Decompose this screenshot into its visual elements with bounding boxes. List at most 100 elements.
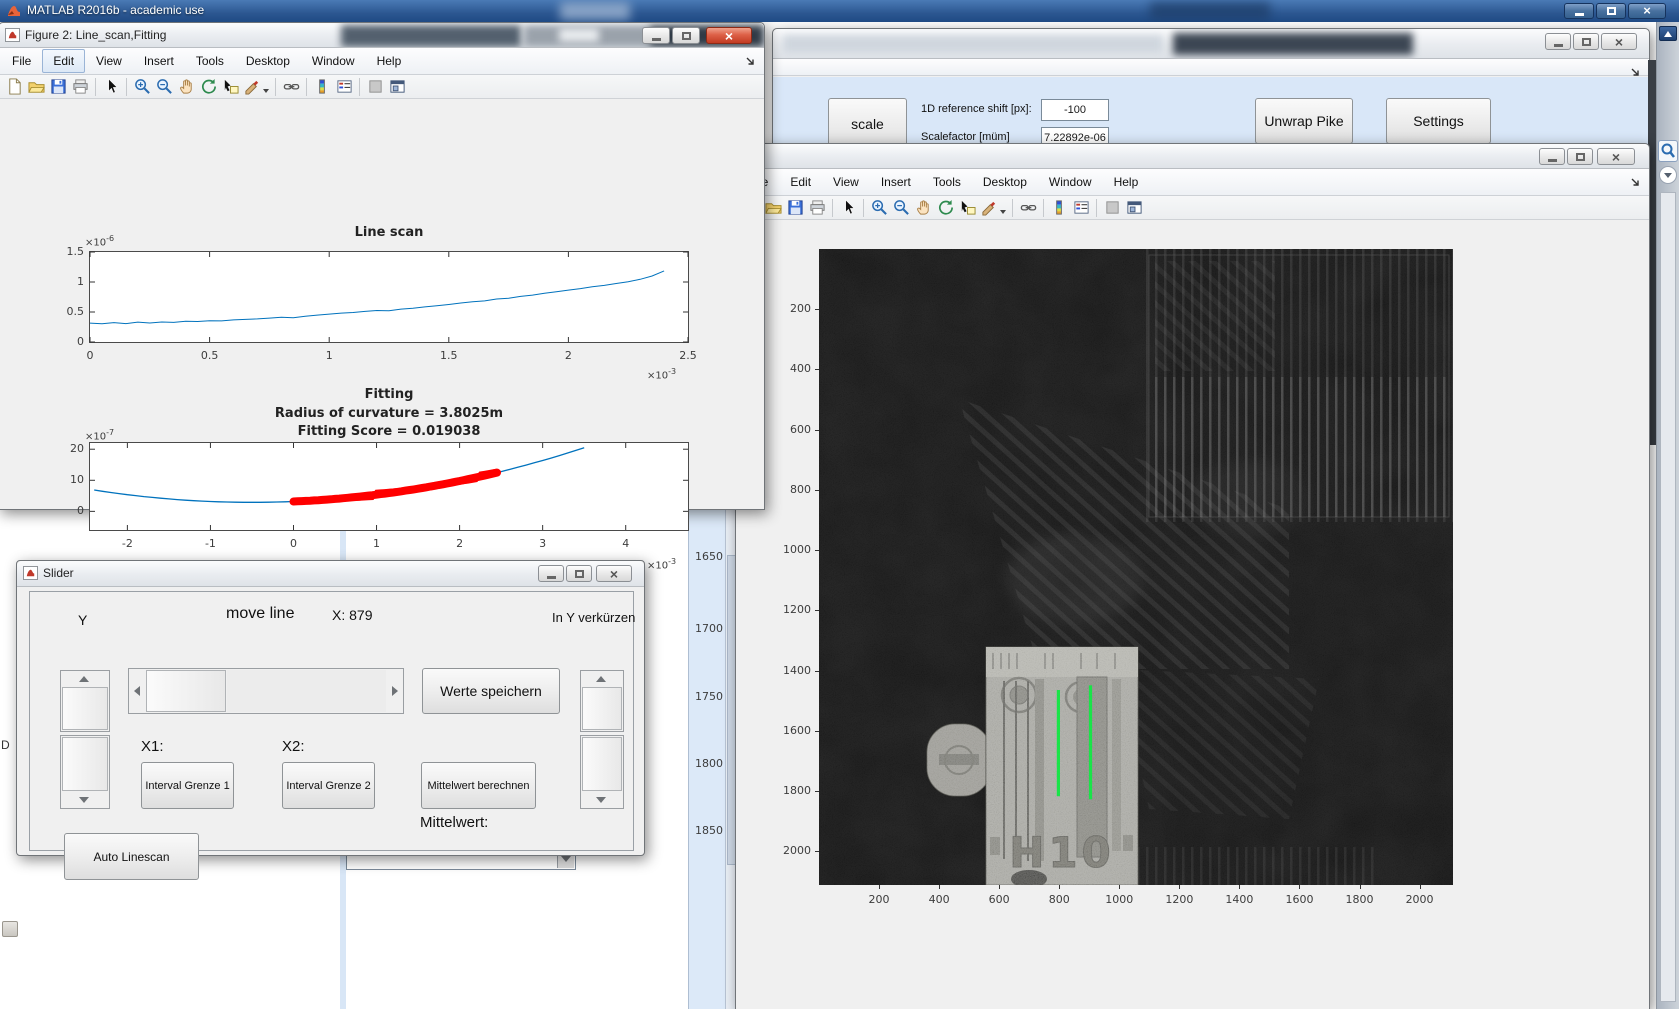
x2-label: X2: xyxy=(282,738,305,755)
plot-browser-icon[interactable] xyxy=(365,77,385,97)
fitting-axes[interactable]: -2 -1 0 1 2 3 4 0 10 20 xyxy=(70,442,689,550)
plot-browser-icon[interactable] xyxy=(1102,198,1122,218)
zoom-out-icon[interactable] xyxy=(891,198,911,218)
y-slider-upper[interactable] xyxy=(60,670,110,732)
minimize-button[interactable] xyxy=(642,27,670,44)
data-cursor-icon[interactable] xyxy=(220,77,240,97)
close-button[interactable]: × xyxy=(1601,33,1637,50)
reference-shift-field[interactable]: -100 xyxy=(1041,99,1109,121)
maximize-button[interactable] xyxy=(1573,33,1599,50)
scale-button[interactable]: scale xyxy=(828,98,907,149)
insert-colorbar-icon[interactable] xyxy=(312,77,332,97)
bg-axis-label: 1850 xyxy=(695,824,723,837)
menu-item-help[interactable]: Help xyxy=(1103,170,1150,194)
maximize-button[interactable] xyxy=(566,565,592,582)
pan-hand-icon[interactable] xyxy=(176,77,196,97)
menu-item-help[interactable]: Help xyxy=(366,49,413,73)
menu-item-insert[interactable]: Insert xyxy=(870,170,922,194)
taskbar-mini-icon[interactable] xyxy=(2,921,18,937)
interval-limit-2-button[interactable]: Interval Grenze 2 xyxy=(282,762,375,809)
menu-item-tools[interactable]: Tools xyxy=(922,170,972,194)
dropdown-caret-icon[interactable] xyxy=(1000,209,1006,214)
link-plots-icon[interactable] xyxy=(281,77,301,97)
menu-item-insert[interactable]: Insert xyxy=(133,49,185,73)
save-icon[interactable] xyxy=(785,198,805,218)
zoom-in-icon[interactable] xyxy=(132,77,152,97)
settings-button[interactable]: Settings xyxy=(1386,98,1491,144)
shorten-slider-lower[interactable] xyxy=(580,735,624,809)
menu-item-view[interactable]: View xyxy=(822,170,870,194)
calculate-mean-button[interactable]: Mittelwert berechnen xyxy=(421,762,536,809)
maximize-button[interactable] xyxy=(672,27,700,44)
rotate-3d-icon[interactable] xyxy=(198,77,218,97)
move-line-slider[interactable] xyxy=(128,668,404,714)
toolbar-separator xyxy=(95,77,96,96)
image-y-tick-label: 1200 xyxy=(783,603,811,617)
phase-image[interactable]: H10 xyxy=(819,249,1453,888)
save-icon[interactable] xyxy=(48,77,68,97)
close-button[interactable]: × xyxy=(596,565,632,582)
unwrap-pike-button[interactable]: Unwrap Pike xyxy=(1255,98,1353,144)
menu-item-file[interactable]: File xyxy=(1,49,42,73)
interval-limit-1-button[interactable]: Interval Grenze 1 xyxy=(141,762,234,809)
save-values-button[interactable]: Werte speichern xyxy=(422,668,560,714)
link-plots-icon[interactable] xyxy=(1018,198,1038,218)
print-icon[interactable] xyxy=(70,77,90,97)
search-button[interactable] xyxy=(1658,140,1678,162)
brush-icon[interactable] xyxy=(242,77,262,97)
insert-legend-icon[interactable] xyxy=(1071,198,1091,218)
open-folder-icon[interactable] xyxy=(763,198,783,218)
pointer-icon[interactable] xyxy=(101,77,121,97)
slider-titlebar[interactable]: Slider × xyxy=(17,561,644,587)
menu-item-desktop[interactable]: Desktop xyxy=(235,49,301,73)
control-panel-titlebar[interactable]: × xyxy=(773,29,1649,59)
menu-item-edit[interactable]: Edit xyxy=(779,170,822,194)
sidebar-scrollbar[interactable] xyxy=(1660,192,1676,1002)
figure2-titlebar[interactable]: Figure 2: Line_scan,Fitting × xyxy=(0,23,764,48)
dropdown-caret-icon[interactable] xyxy=(263,88,269,93)
insert-legend-icon[interactable] xyxy=(334,77,354,97)
print-icon[interactable] xyxy=(807,198,827,218)
dock-figure-icon[interactable] xyxy=(1124,198,1144,218)
matlab-main-titlebar[interactable]: MATLAB R2016b - academic use × xyxy=(0,0,1679,22)
linescan-axes[interactable]: 0 0.5 1 1.5 2 2.5 0 0.5 1 1.5 xyxy=(67,245,697,362)
slider-window-title: Slider xyxy=(43,566,74,580)
close-button[interactable]: × xyxy=(1628,3,1666,19)
shorten-slider-upper[interactable] xyxy=(580,670,624,732)
zoom-out-icon[interactable] xyxy=(154,77,174,97)
menu-item-window[interactable]: Window xyxy=(1038,170,1103,194)
pan-hand-icon[interactable] xyxy=(913,198,933,218)
minimize-button[interactable] xyxy=(1545,33,1571,50)
auto-linescan-button[interactable]: Auto Linescan xyxy=(64,833,199,880)
restore-button[interactable] xyxy=(1596,3,1626,19)
right-figure-titlebar[interactable]: d × xyxy=(736,144,1649,169)
menu-item-desktop[interactable]: Desktop xyxy=(972,170,1038,194)
dock-window-icon[interactable] xyxy=(1630,177,1641,188)
open-folder-icon[interactable] xyxy=(26,77,46,97)
dropdown-button[interactable] xyxy=(1659,166,1677,184)
brush-icon[interactable] xyxy=(979,198,999,218)
maximize-button[interactable] xyxy=(1567,148,1593,165)
menu-item-tools[interactable]: Tools xyxy=(185,49,235,73)
zoom-in-icon[interactable] xyxy=(869,198,889,218)
collapse-up-button[interactable] xyxy=(1659,26,1677,41)
menu-item-edit[interactable]: Edit xyxy=(42,49,86,73)
pointer-icon[interactable] xyxy=(838,198,858,218)
rotate-3d-icon[interactable] xyxy=(935,198,955,218)
x-tick-label: 2 xyxy=(564,349,572,362)
close-button[interactable]: × xyxy=(706,27,752,44)
menu-item-view[interactable]: View xyxy=(85,49,133,73)
minimize-button[interactable] xyxy=(1539,148,1565,165)
insert-colorbar-icon[interactable] xyxy=(1049,198,1069,218)
menu-item-window[interactable]: Window xyxy=(301,49,366,73)
x-tick-label: -1 xyxy=(204,537,216,550)
y-tick-label: 10 xyxy=(70,473,84,487)
minimize-button[interactable] xyxy=(538,565,564,582)
dock-figure-icon[interactable] xyxy=(387,77,407,97)
data-cursor-icon[interactable] xyxy=(957,198,977,218)
close-button[interactable]: × xyxy=(1597,148,1635,165)
dock-window-icon[interactable] xyxy=(745,56,756,67)
minimize-button[interactable] xyxy=(1564,3,1594,19)
new-document-icon[interactable] xyxy=(4,77,24,97)
y-slider-lower[interactable] xyxy=(60,735,110,809)
